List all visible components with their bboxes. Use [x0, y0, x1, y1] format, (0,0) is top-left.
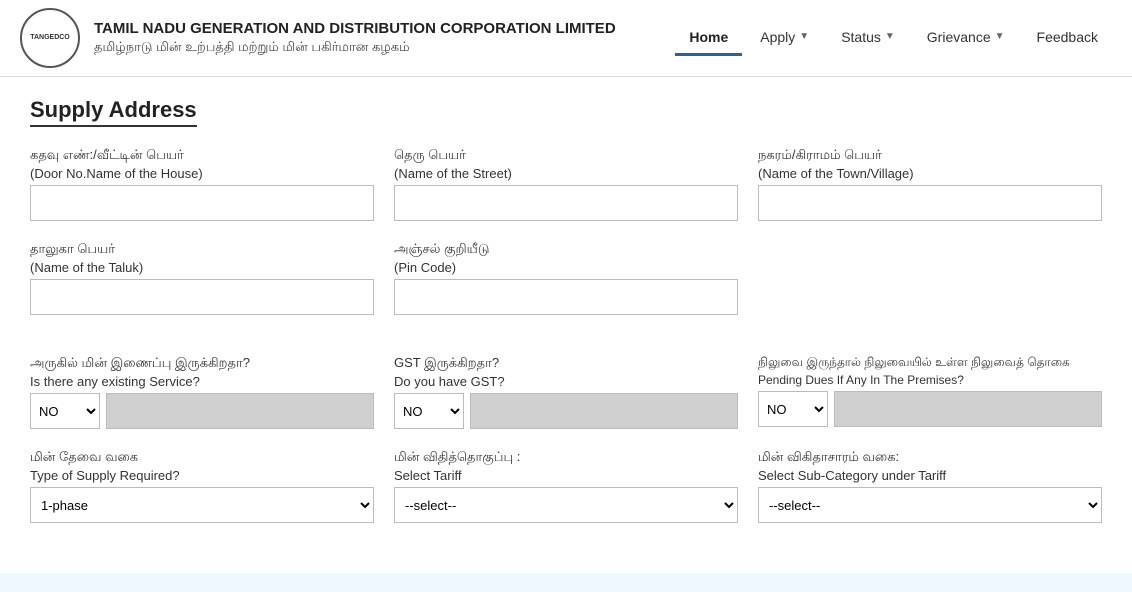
tariff-label-ta: மின் விதித்தொகுப்பு :: [394, 449, 738, 466]
apply-dropdown-icon: ▼: [799, 31, 809, 42]
pending-dues-label-en: Pending Dues If Any In The Premises?: [758, 373, 1102, 387]
org-name-en: TAMIL NADU GENERATION AND DISTRIBUTION C…: [94, 20, 675, 37]
pincode-label-ta: அஞ்சல் குறியீடு: [394, 241, 738, 258]
supply-type-select[interactable]: 1-phase 3-phase: [30, 487, 374, 523]
door-label-en: (Door No.Name of the House): [30, 166, 374, 181]
taluk-label-en: (Name of the Taluk): [30, 260, 374, 275]
main-nav: Home Apply ▼ Status ▼ Grievance ▼ Feedba…: [675, 21, 1112, 56]
nav-apply[interactable]: Apply ▼: [746, 21, 823, 56]
supply-row: மின் தேவை வகை Type of Supply Required? 1…: [30, 449, 1102, 523]
spacer-group: [758, 241, 1102, 315]
nav-grievance[interactable]: Grievance ▼: [913, 21, 1019, 56]
tariff-label-en: Select Tariff: [394, 468, 738, 483]
org-name-ta: தமிழ்நாடு மின் உற்பத்தி மற்றும் மின் பகி…: [94, 39, 675, 56]
pending-dues-inline: NO: [758, 391, 1102, 427]
town-group: நகரம்/கிராமம் பெயர் (Name of the Town/Vi…: [758, 147, 1102, 221]
existing-service-label-en: Is there any existing Service?: [30, 374, 374, 389]
door-group: கதவு எண்:/வீட்டின் பெயர் (Door No.Name o…: [30, 147, 374, 221]
pending-dues-group: நிலுவை இருந்தால் நிலுவையில் உள்ள நிலுவைத…: [758, 355, 1102, 429]
street-label-ta: தெரு பெயர்: [394, 147, 738, 164]
gst-inline: NO: [394, 393, 738, 429]
status-dropdown-icon: ▼: [885, 31, 895, 42]
street-label-en: (Name of the Street): [394, 166, 738, 181]
address-row-2: தாலுகா பெயர் (Name of the Taluk) அஞ்சல் …: [30, 241, 1102, 315]
existing-service-group: அருகில் மின் இணைப்பு இருக்கிறதா? Is ther…: [30, 355, 374, 429]
taluk-group: தாலுகா பெயர் (Name of the Taluk): [30, 241, 374, 315]
subcategory-label-en: Select Sub-Category under Tariff: [758, 468, 1102, 483]
nav-feedback[interactable]: Feedback: [1023, 21, 1112, 56]
taluk-label-ta: தாலுகா பெயர்: [30, 241, 374, 258]
main-content: Supply Address கதவு எண்:/வீட்டின் பெயர் …: [0, 77, 1132, 573]
supply-type-group: மின் தேவை வகை Type of Supply Required? 1…: [30, 449, 374, 523]
gst-label-ta: GST இருக்கிறதா?: [394, 355, 738, 372]
taluk-input[interactable]: [30, 279, 374, 315]
nav-status[interactable]: Status ▼: [827, 21, 909, 56]
nav-home[interactable]: Home: [675, 21, 742, 56]
gst-group: GST இருக்கிறதா? Do you have GST? NO: [394, 355, 738, 429]
existing-service-label-ta: அருகில் மின் இணைப்பு இருக்கிறதா?: [30, 355, 374, 372]
subcategory-select[interactable]: --select--: [758, 487, 1102, 523]
pincode-input[interactable]: [394, 279, 738, 315]
site-header: TANGEDCO TAMIL NADU GENERATION AND DISTR…: [0, 0, 1132, 77]
door-input[interactable]: [30, 185, 374, 221]
address-row-1: கதவு எண்:/வீட்டின் பெயர் (Door No.Name o…: [30, 147, 1102, 221]
pending-dues-select[interactable]: NO: [758, 391, 828, 427]
door-label-ta: கதவு எண்:/வீட்டின் பெயர்: [30, 147, 374, 164]
pincode-label-en: (Pin Code): [394, 260, 738, 275]
grievance-dropdown-icon: ▼: [995, 31, 1005, 42]
org-title: TAMIL NADU GENERATION AND DISTRIBUTION C…: [94, 20, 675, 56]
existing-service-inline: NO: [30, 393, 374, 429]
tariff-select[interactable]: --select--: [394, 487, 738, 523]
town-label-ta: நகரம்/கிராமம் பெயர்: [758, 147, 1102, 164]
service-row: அருகில் மின் இணைப்பு இருக்கிறதா? Is ther…: [30, 355, 1102, 429]
existing-service-input[interactable]: [106, 393, 374, 429]
town-input[interactable]: [758, 185, 1102, 221]
section-title: Supply Address: [30, 97, 197, 127]
street-input[interactable]: [394, 185, 738, 221]
pending-dues-input[interactable]: [834, 391, 1102, 427]
gst-input[interactable]: [470, 393, 738, 429]
town-label-en: (Name of the Town/Village): [758, 166, 1102, 181]
gst-label-en: Do you have GST?: [394, 374, 738, 389]
tariff-group: மின் விதித்தொகுப்பு : Select Tariff --se…: [394, 449, 738, 523]
street-group: தெரு பெயர் (Name of the Street): [394, 147, 738, 221]
supply-type-label-en: Type of Supply Required?: [30, 468, 374, 483]
supply-type-label-ta: மின் தேவை வகை: [30, 449, 374, 466]
subcategory-group: மின் விகிதாசாரம் வகை: Select Sub-Categor…: [758, 449, 1102, 523]
subcategory-label-ta: மின் விகிதாசாரம் வகை:: [758, 449, 1102, 466]
logo: TANGEDCO: [20, 8, 80, 68]
pincode-group: அஞ்சல் குறியீடு (Pin Code): [394, 241, 738, 315]
pending-dues-label-ta: நிலுவை இருந்தால் நிலுவையில் உள்ள நிலுவைத…: [758, 355, 1102, 371]
gst-select[interactable]: NO: [394, 393, 464, 429]
existing-service-select[interactable]: NO: [30, 393, 100, 429]
